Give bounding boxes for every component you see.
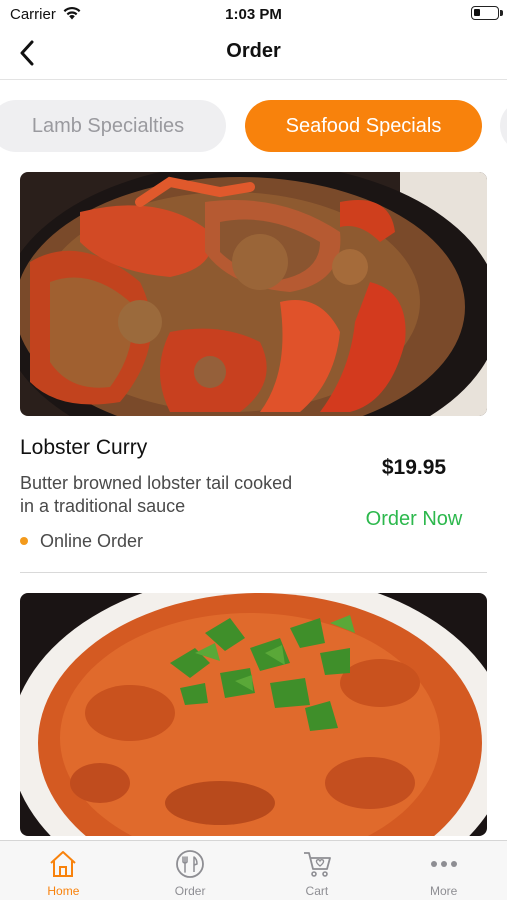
tab-bar: Home Order Cart More [0, 840, 507, 900]
tab-home[interactable]: Home [0, 841, 127, 900]
tab-cart-label: Cart [305, 884, 329, 898]
navigation-bar: Order [0, 28, 507, 80]
tab-seafood-specials[interactable]: Seafood Specials [245, 100, 482, 152]
order-screen: Carrier 1:03 PM Order Lamb Specialties S… [0, 0, 507, 900]
tab-order-label: Order [174, 884, 206, 898]
online-order-label: Online Order [40, 530, 144, 551]
home-icon [50, 851, 77, 877]
status-bar: Carrier 1:03 PM [0, 0, 507, 28]
tab-lamb-specialties[interactable]: Lamb Specialties [0, 100, 226, 152]
category-tabs: Lamb Specialties Seafood Specials [0, 100, 507, 152]
page-title: Order [226, 40, 281, 62]
tab-cart[interactable]: Cart [254, 841, 381, 900]
curry-bowl-image[interactable] [20, 593, 487, 836]
cart-icon [303, 852, 331, 877]
tab-more-label: More [429, 884, 458, 898]
more-dots-icon [430, 861, 457, 867]
tab-next-category[interactable] [500, 100, 507, 152]
item-price: $19.95 [381, 456, 447, 479]
item-description: Butter browned lobster tail cooked in a … [20, 473, 293, 516]
item-name: Lobster Curry [20, 436, 148, 459]
order-now-button[interactable]: Order Now [340, 508, 488, 531]
clock: 1:03 PM [225, 6, 282, 23]
battery-icon [471, 6, 503, 20]
lobster-curry-image[interactable] [20, 172, 487, 416]
item-divider [20, 572, 487, 573]
dot-icon [20, 537, 28, 545]
tab-more[interactable]: More [380, 841, 507, 900]
tab-home-label: Home [47, 884, 80, 898]
plate-cutlery-icon [176, 850, 205, 878]
online-order-tag: Online Order [20, 530, 143, 552]
tab-order[interactable]: Order [127, 841, 254, 900]
